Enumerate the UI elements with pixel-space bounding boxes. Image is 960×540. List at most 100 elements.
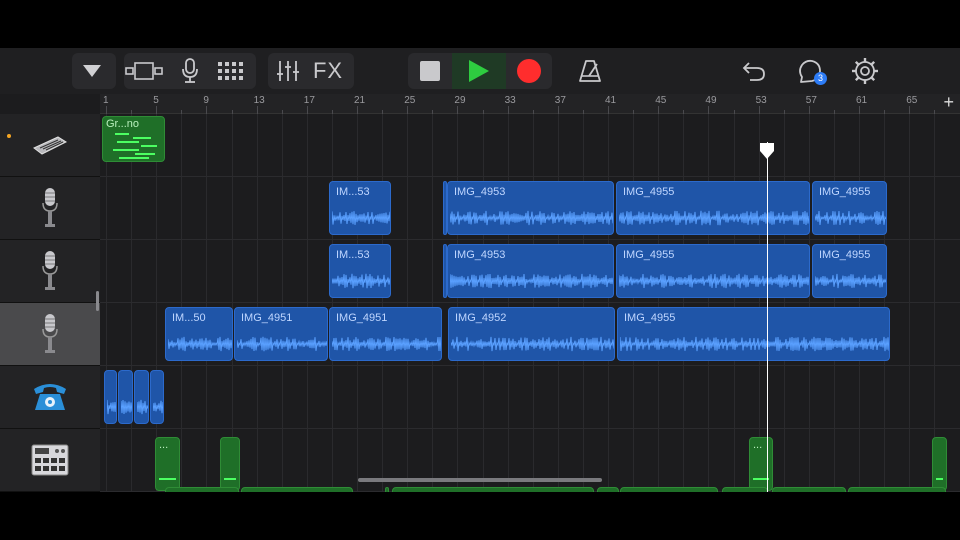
audio-region[interactable]: IMG_4955	[616, 181, 810, 235]
waveform	[153, 400, 163, 414]
browser-menu-group	[72, 53, 116, 89]
undo-button[interactable]	[734, 53, 774, 89]
region-label: ...	[159, 439, 169, 451]
midi-region[interactable]	[241, 487, 353, 492]
audio-region[interactable]: IM...50	[165, 307, 233, 361]
waveform	[450, 210, 613, 226]
midi-notes	[113, 133, 157, 159]
ruler-tick	[507, 106, 509, 114]
ruler-mark: 5	[153, 95, 159, 106]
ruler-mark: 17	[303, 95, 315, 106]
drum-pattern-line	[224, 478, 236, 480]
audio-region[interactable]: IMG_4953	[447, 244, 614, 298]
ruler-tick	[758, 106, 760, 114]
audio-region[interactable]: IMG_4951	[234, 307, 328, 361]
ruler-tick	[708, 106, 710, 114]
region-label: IM...53	[336, 186, 370, 198]
add-track-button[interactable]: +	[943, 92, 954, 113]
ruler-tick	[106, 106, 107, 114]
loop-browser-button[interactable]: 3	[790, 53, 830, 89]
region-label: IMG_4955	[623, 249, 675, 261]
audio-region[interactable]: IMG_4955	[812, 181, 887, 235]
midi-region[interactable]: ...	[155, 437, 180, 491]
waveform	[168, 336, 232, 352]
waveform	[815, 273, 886, 289]
track-lane[interactable]	[100, 366, 960, 429]
play-button[interactable]	[452, 53, 506, 89]
midi-region[interactable]	[722, 487, 768, 492]
track-header-mic-1[interactable]	[0, 177, 100, 240]
ruler-tick	[407, 106, 409, 114]
tracks-view-button[interactable]	[124, 53, 164, 89]
horizontal-scroll-indicator[interactable]	[358, 478, 602, 482]
midi-region[interactable]	[220, 437, 240, 491]
audio-region[interactable]: IM...53	[329, 181, 391, 235]
ruler-tick	[357, 106, 358, 114]
track-area[interactable]: Gr...no IM...53 IMG_4953 IMG_4955 IMG_4955 IM…	[100, 114, 960, 492]
mix-group: FX	[268, 53, 354, 89]
midi-region[interactable]	[620, 487, 718, 492]
midi-region[interactable]	[932, 437, 947, 491]
region-label: IMG_4955	[624, 312, 676, 324]
audio-region[interactable]: IM...53	[329, 244, 391, 298]
audio-region[interactable]: IMG_4955	[812, 244, 887, 298]
mixer-sliders-icon	[277, 61, 299, 81]
audio-region[interactable]: IMG_4952	[448, 307, 615, 361]
record-button[interactable]	[506, 53, 552, 89]
midi-region[interactable]	[597, 487, 619, 492]
stop-button[interactable]	[408, 53, 452, 89]
track-lane[interactable]	[100, 114, 960, 177]
audio-region[interactable]: IMG_4951	[329, 307, 442, 361]
mixer-button[interactable]	[268, 53, 308, 89]
microphone-button[interactable]	[170, 53, 210, 89]
midi-region[interactable]: ...	[749, 437, 773, 491]
timeline-ruler[interactable]: + 1 5 9 13 17 21 25 29 33 37 41 45 49 53 57 61 65	[100, 92, 960, 114]
waveform	[137, 399, 148, 415]
track-header-telephone[interactable]	[0, 366, 100, 429]
metronome-button[interactable]	[570, 53, 610, 89]
ruler-mark: 37	[554, 95, 566, 106]
ruler-tick	[608, 106, 609, 114]
fx-button[interactable]: FX	[308, 53, 348, 89]
track-header-mic-2[interactable]	[0, 240, 100, 303]
midi-region[interactable]	[392, 487, 594, 492]
track-header-mic-3-selected[interactable]	[0, 303, 100, 366]
ruler-tick	[306, 106, 308, 114]
ruler-mark: 21	[354, 95, 366, 106]
audio-region[interactable]: IMG_4955	[617, 307, 890, 361]
ruler-mark: 29	[454, 95, 466, 106]
grid-button[interactable]	[210, 53, 250, 89]
ruler-mark: 1	[103, 95, 109, 106]
midi-region[interactable]: Gr...no	[102, 116, 165, 162]
midi-region[interactable]	[165, 487, 239, 492]
track-menu-button[interactable]	[72, 53, 112, 89]
header-scroll-indicator[interactable]	[96, 291, 99, 311]
garageband-app: FX 3 + 1 5 9 13 17 21 25 29 33 37 41 45 …	[0, 48, 960, 492]
ruler-tick	[909, 106, 911, 114]
ruler-tick	[457, 106, 459, 114]
drum-machine-icon	[31, 444, 69, 476]
midi-region[interactable]	[848, 487, 946, 492]
midi-region[interactable]	[385, 487, 389, 492]
tracks-view-icon	[125, 62, 163, 80]
region-label: Gr...no	[106, 118, 140, 130]
settings-button[interactable]	[845, 53, 885, 89]
audio-region[interactable]	[104, 370, 117, 424]
ruler-mark: 25	[404, 95, 416, 106]
waveform	[332, 273, 390, 289]
audio-region[interactable]: IMG_4953	[447, 181, 614, 235]
audio-region[interactable]: IMG_4955	[616, 244, 810, 298]
region-label: IMG_4955	[819, 186, 871, 198]
microphone-icon	[42, 314, 58, 353]
playhead	[767, 142, 768, 492]
drum-pattern-line	[159, 478, 176, 480]
audio-region[interactable]	[134, 370, 149, 424]
record-icon	[517, 59, 541, 83]
audio-region[interactable]	[150, 370, 164, 424]
midi-region[interactable]	[772, 487, 846, 492]
region-label: IMG_4951	[336, 312, 388, 324]
track-header-drum-machine[interactable]	[0, 429, 100, 492]
track-header-keyboard[interactable]	[0, 114, 100, 177]
audio-region[interactable]	[118, 370, 133, 424]
waveform	[332, 211, 390, 225]
